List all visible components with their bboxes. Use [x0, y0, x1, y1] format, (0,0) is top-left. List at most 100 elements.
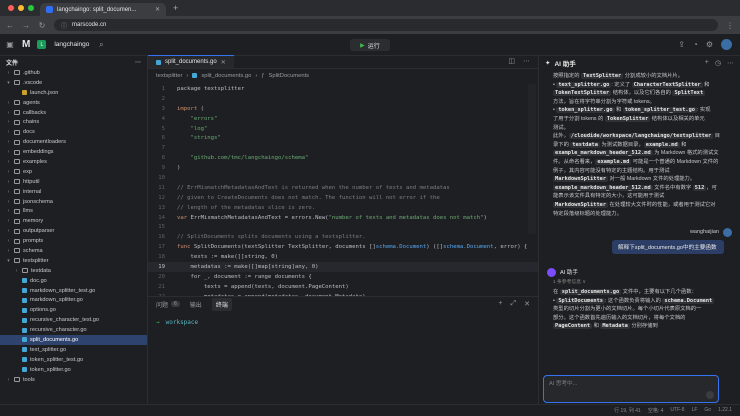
close-panel-icon[interactable]: ✕	[524, 300, 530, 308]
settings-icon[interactable]: ⚙	[706, 40, 713, 49]
tree-folder[interactable]: › docs	[0, 127, 147, 137]
close-tab-icon[interactable]: ✕	[221, 59, 226, 66]
code-line[interactable]: 19 metadatas := make([]map[string]any, 0…	[148, 262, 538, 272]
tree-folder[interactable]: › embeddings	[0, 147, 147, 157]
minimap[interactable]	[528, 84, 536, 234]
code-line[interactable]: 18 texts := make([]string, 0)	[148, 252, 538, 262]
status-language[interactable]: Go	[704, 407, 711, 413]
tree-folder[interactable]: › documentloaders	[0, 137, 147, 147]
close-tab-icon[interactable]: ✕	[155, 6, 160, 13]
code-line[interactable]: 4 "errors"	[148, 114, 538, 124]
code-line[interactable]: 7	[148, 143, 538, 153]
tree-folder[interactable]: › chains	[0, 117, 147, 127]
tree-folder[interactable]: › examples	[0, 157, 147, 167]
code-line[interactable]: 11 // ErrMismatchMetadatasAndText is retu…	[148, 183, 538, 193]
tree-file[interactable]: token_splitter_test.go	[0, 355, 147, 365]
terminal-prompt[interactable]: → workspace	[148, 311, 538, 326]
maximize-panel-icon[interactable]: ⤢	[511, 300, 517, 308]
tree-folder[interactable]: › tools	[0, 375, 147, 385]
tree-folder[interactable]: › agents	[0, 98, 147, 108]
forward-icon[interactable]: →	[22, 21, 30, 30]
add-terminal-icon[interactable]: +	[498, 300, 502, 308]
tree-folder[interactable]: › memory	[0, 216, 147, 226]
code-line[interactable]: 1 package textsplitter	[148, 84, 538, 94]
share-icon[interactable]: ⇪	[678, 40, 685, 49]
code-line[interactable]: 21 texts = append(texts, document.PageCo…	[148, 282, 538, 292]
tree-folder[interactable]: › exp	[0, 167, 147, 177]
code-line[interactable]: 17 func SplitDocuments(textSplitter TextS…	[148, 242, 538, 252]
code-line[interactable]: 15	[148, 222, 538, 232]
new-chat-icon[interactable]: +	[705, 59, 709, 67]
status-encoding[interactable]: UTF-8	[670, 407, 684, 413]
tab-problems[interactable]: 问题 6	[156, 300, 180, 309]
tree-file[interactable]: token_splitter.go	[0, 365, 147, 375]
code-line[interactable]: 5 "log"	[148, 124, 538, 134]
tree-file[interactable]: launch.json	[0, 88, 147, 98]
breadcrumb-item[interactable]: SplitDocuments	[268, 73, 309, 79]
status-version[interactable]: 1.22.1	[718, 407, 732, 413]
split-editor-icon[interactable]: ◫	[508, 57, 515, 65]
code-line[interactable]: 12 // given to CreateDocuments does not m…	[148, 193, 538, 203]
code-line[interactable]: 10	[148, 173, 538, 183]
reference-toggle[interactable]: 1 条参考信息 ∨	[539, 278, 740, 286]
code-line[interactable]: 3 import (	[148, 104, 538, 114]
search-icon[interactable]: ⌕	[97, 40, 105, 50]
code-line[interactable]: 14 var ErrMismatchMetadatasAndText = erro…	[148, 213, 538, 223]
code-line[interactable]: 13 // length of the metadatas slice is ze…	[148, 203, 538, 213]
tree-file[interactable]: recursive_character_test.go	[0, 315, 147, 325]
project-name[interactable]: langchaingo	[54, 41, 89, 48]
more-actions-icon[interactable]: ⋯	[135, 59, 141, 66]
browser-tab[interactable]: langchaingo: split_documen... ✕	[40, 3, 166, 16]
code-line[interactable]: 20 for _, document := range documents {	[148, 272, 538, 282]
reload-icon[interactable]: ↻	[38, 21, 46, 30]
browser-menu-icon[interactable]: ⋮	[726, 21, 734, 30]
tree-folder[interactable]: › httputil	[0, 177, 147, 187]
tree-folder[interactable]: ▾ textsplitter	[0, 256, 147, 266]
editor-tab[interactable]: split_documents.go ✕	[148, 55, 234, 68]
tree-folder[interactable]: › outputparser	[0, 226, 147, 236]
code-line[interactable]: 2	[148, 94, 538, 104]
back-icon[interactable]: ←	[6, 21, 14, 30]
code-area[interactable]: 1 package textsplitter 2 3 import (4 "errors…	[148, 84, 538, 311]
code-line[interactable]: 8 "github.com/tmc/langchaingo/schema"	[148, 153, 538, 163]
status-eol[interactable]: LF	[692, 407, 698, 413]
ai-more-icon[interactable]: ⋯	[727, 59, 734, 67]
close-window-button[interactable]	[8, 5, 14, 11]
tree-folder[interactable]: › llms	[0, 206, 147, 216]
breadcrumb-item[interactable]: split_documents.go	[201, 73, 251, 79]
tree-file[interactable]: options.go	[0, 305, 147, 315]
tree-file[interactable]: recursive_character.go	[0, 325, 147, 335]
minimize-window-button[interactable]	[18, 5, 24, 11]
code-line[interactable]: 16 // SplitDocuments splits documents usi…	[148, 232, 538, 242]
status-position[interactable]: 行 19, 列 41	[614, 407, 641, 414]
history-icon[interactable]: ◷	[715, 59, 721, 67]
tab-terminal[interactable]: 终端	[211, 297, 232, 311]
tree-file[interactable]: text_splitter.go	[0, 345, 147, 355]
code-line[interactable]: 6 "strings"	[148, 133, 538, 143]
editor-more-icon[interactable]: ⋯	[523, 57, 530, 65]
new-tab-icon[interactable]: +	[166, 3, 185, 16]
tree-folder[interactable]: ▾ .vscode	[0, 78, 147, 88]
tree-folder[interactable]: › prompts	[0, 236, 147, 246]
chat-input[interactable]: AI 思考中...	[543, 375, 719, 403]
url-input[interactable]: ⓘ marscode.cn	[54, 19, 718, 31]
breadcrumb-item[interactable]: textsplitter	[156, 73, 182, 79]
tree-folder[interactable]: › callbacks	[0, 108, 147, 118]
tree-folder[interactable]: › .github	[0, 68, 147, 78]
send-icon[interactable]	[706, 391, 714, 399]
tree-folder[interactable]: › internal	[0, 187, 147, 197]
tree-folder[interactable]: › jsonschema	[0, 197, 147, 207]
tree-file[interactable]: doc.go	[0, 276, 147, 286]
run-button[interactable]: ▶ 运行	[350, 39, 390, 51]
tree-file[interactable]: markdown_splitter_test.go	[0, 286, 147, 296]
notification-icon[interactable]: ◔	[693, 40, 698, 49]
avatar[interactable]	[721, 39, 732, 50]
sidebar-toggle-icon[interactable]: ▣	[6, 40, 14, 49]
tree-file[interactable]: split_documents.go	[0, 335, 147, 345]
maximize-window-button[interactable]	[28, 5, 34, 11]
site-info-icon[interactable]: ⓘ	[61, 21, 67, 30]
code-line[interactable]: 9)	[148, 163, 538, 173]
tree-folder[interactable]: › testdata	[0, 266, 147, 276]
tree-folder[interactable]: › schema	[0, 246, 147, 256]
status-indent[interactable]: 空格: 4	[648, 407, 664, 414]
